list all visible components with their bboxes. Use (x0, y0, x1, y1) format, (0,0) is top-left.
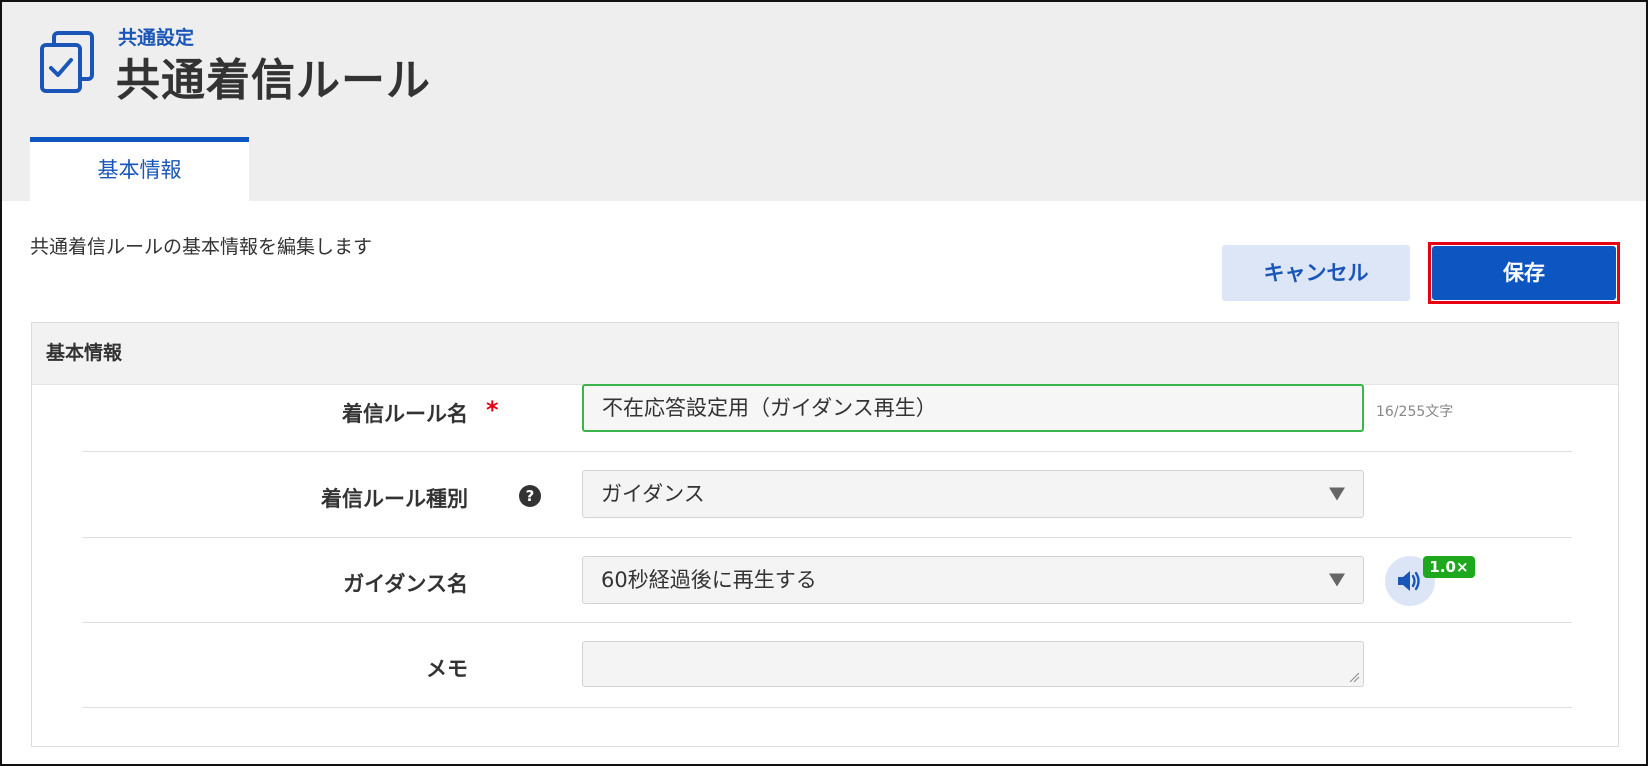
guidance-name-label: ガイダンス名 (343, 572, 468, 596)
rule-name-input[interactable]: 不在応答設定用（ガイダンス再生） (582, 384, 1364, 432)
page-header: 共通設定 共通着信ルール 基本情報 (2, 2, 1646, 201)
panel-title: 基本情報 (32, 323, 1618, 385)
app-window: 共通設定 共通着信ルール 基本情報 共通着信ルールの基本情報を編集します キャン… (0, 0, 1648, 766)
guidance-name-select[interactable]: 60秒経過後に再生する (582, 556, 1364, 604)
rule-name-label: 着信ルール名 (342, 402, 468, 426)
row-divider (82, 537, 1572, 538)
page-description: 共通着信ルールの基本情報を編集します (30, 236, 373, 258)
memo-label: メモ (426, 657, 468, 681)
basic-info-panel: 基本情報 着信ルール名 * 不在応答設定用（ガイダンス再生） 16/255文字 … (31, 322, 1619, 747)
breadcrumb[interactable]: 共通設定 (118, 26, 194, 50)
rule-type-label: 着信ルール種別 (321, 487, 468, 511)
cancel-button[interactable]: キャンセル (1222, 245, 1410, 301)
row-divider (82, 622, 1572, 623)
page-title: 共通着信ルール (116, 55, 431, 106)
question-circle-icon[interactable]: ? (518, 484, 542, 508)
svg-text:?: ? (526, 487, 535, 505)
save-button[interactable]: 保存 (1432, 246, 1616, 300)
char-counter: 16/255文字 (1376, 404, 1454, 420)
chevron-down-icon (1329, 487, 1345, 501)
required-marker: * (486, 396, 499, 424)
row-divider (82, 451, 1572, 452)
memo-textarea[interactable] (582, 641, 1364, 687)
chevron-down-icon (1329, 573, 1345, 587)
row-divider (82, 707, 1572, 708)
resize-grip-icon[interactable] (1348, 671, 1360, 683)
rule-type-select[interactable]: ガイダンス (582, 470, 1364, 518)
guidance-name-value: 60秒経過後に再生する (601, 568, 817, 592)
checklist-icon (40, 31, 94, 93)
rule-type-value: ガイダンス (601, 482, 705, 506)
playback-speed-badge[interactable]: 1.0× (1423, 556, 1475, 578)
tab-basic-info[interactable]: 基本情報 (30, 137, 249, 201)
